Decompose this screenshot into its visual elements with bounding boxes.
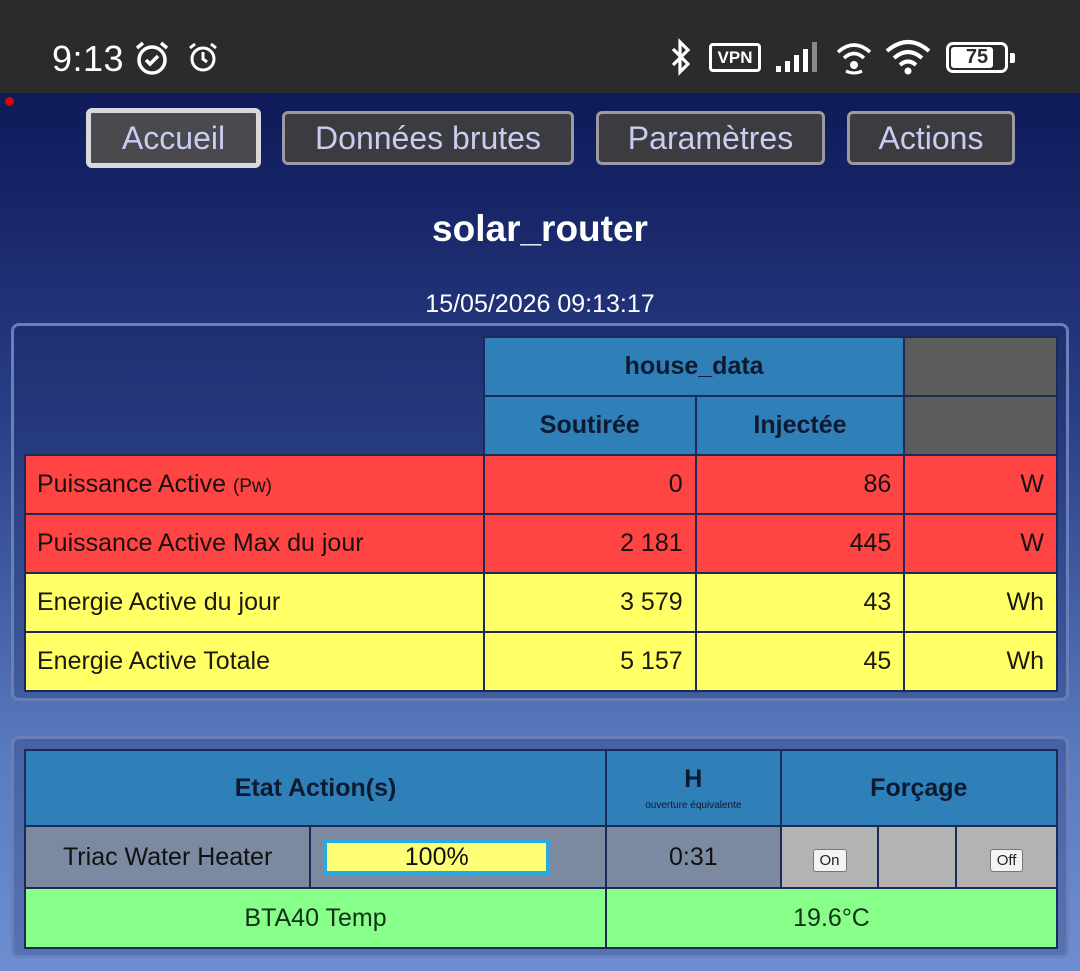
h-subheader: ouverture équivalente bbox=[645, 800, 742, 811]
row-label: Energie Active du jour bbox=[24, 572, 485, 633]
actions-table: Etat Action(s) H ouverture équivalente F… bbox=[23, 749, 1059, 949]
injectee-value: 445 bbox=[694, 513, 906, 574]
force-on-cell: On bbox=[779, 825, 880, 889]
vpn-icon: VPN bbox=[709, 43, 761, 72]
unit-value: W bbox=[903, 454, 1058, 515]
triac-percent-cell: 100% bbox=[309, 825, 608, 889]
row-label: Puissance Active Max du jour bbox=[24, 513, 485, 574]
energy-table-corner bbox=[25, 337, 484, 396]
injectee-value: 86 bbox=[694, 454, 906, 515]
triac-duration: 0:31 bbox=[605, 825, 782, 889]
unit-value: Wh bbox=[903, 631, 1058, 692]
page-title: solar_router bbox=[432, 208, 648, 249]
table-row: Energie Active du jour 3 579 43 Wh bbox=[24, 572, 1058, 633]
etat-actions-header: Etat Action(s) bbox=[23, 749, 608, 827]
row-label: Puissance Active (Pw) bbox=[24, 454, 485, 515]
unit-header-top bbox=[903, 336, 1058, 397]
wifi-icon bbox=[885, 40, 931, 75]
sensor-name: BTA40 Temp bbox=[23, 887, 608, 949]
table-row: Puissance Active (Pw) 0 86 W bbox=[24, 454, 1058, 515]
nav-donnees-brutes-button[interactable]: Données brutes bbox=[282, 111, 574, 165]
force-off-button[interactable]: Off bbox=[989, 848, 1024, 872]
soutiree-value: 3 579 bbox=[482, 572, 697, 633]
sensor-row: BTA40 Temp 19.6°C bbox=[23, 887, 1058, 949]
energy-panel: house_data Soutirée Injectée Puissance A… bbox=[11, 323, 1069, 701]
injectee-header: Injectée bbox=[694, 395, 906, 456]
row-label: Energie Active Totale bbox=[24, 631, 485, 692]
nav-accueil-button[interactable]: Accueil bbox=[86, 108, 261, 168]
table-row: Energie Active Totale 5 157 45 Wh bbox=[24, 631, 1058, 692]
cellular-signal-icon bbox=[776, 42, 817, 72]
alarm-icon bbox=[135, 41, 169, 75]
battery-icon: 75 bbox=[946, 42, 1015, 73]
soutiree-value: 0 bbox=[482, 454, 697, 515]
h-header: H ouverture équivalente bbox=[605, 749, 782, 827]
status-bar: 9:13 VPN 75 bbox=[0, 0, 1080, 93]
soutiree-value: 2 181 bbox=[482, 513, 697, 574]
soutiree-value: 5 157 bbox=[482, 631, 697, 692]
forcage-header: Forçage bbox=[779, 749, 1059, 827]
house-data-header: house_data bbox=[482, 336, 906, 397]
row-label-suffix: (Pw) bbox=[232, 476, 273, 497]
status-time: 9:13 bbox=[52, 38, 125, 79]
triac-name: Triac Water Heater bbox=[23, 825, 312, 889]
nav-parametres-button[interactable]: Paramètres bbox=[596, 111, 825, 165]
top-nav: Accueil Données brutes Paramètres Action… bbox=[0, 108, 1080, 172]
unit-value: Wh bbox=[903, 572, 1058, 633]
force-off-cell: Off bbox=[955, 825, 1058, 889]
injectee-value: 43 bbox=[694, 572, 906, 633]
unit-value: W bbox=[903, 513, 1058, 574]
indicator-dot bbox=[5, 97, 14, 106]
hotspot-icon bbox=[836, 43, 872, 75]
nav-actions-button[interactable]: Actions bbox=[847, 111, 1015, 165]
bluetooth-icon bbox=[671, 38, 691, 76]
triac-percent: 100% bbox=[323, 839, 551, 875]
force-auto-cell[interactable] bbox=[877, 825, 958, 889]
soutiree-header: Soutirée bbox=[482, 395, 697, 456]
sensor-value: 19.6°C bbox=[605, 887, 1058, 949]
energy-table: house_data Soutirée Injectée Puissance A… bbox=[24, 336, 1058, 692]
battery-level: 75 bbox=[965, 46, 989, 68]
injectee-value: 45 bbox=[694, 631, 906, 692]
alarm-clock-icon bbox=[189, 42, 217, 72]
unit-header-bottom bbox=[903, 395, 1058, 456]
actions-panel: Etat Action(s) H ouverture équivalente F… bbox=[11, 736, 1069, 958]
page-datetime: 15/05/2026 09:13:17 bbox=[425, 290, 655, 318]
triac-row: Triac Water Heater 100% 0:31 On Off bbox=[23, 825, 1058, 889]
force-on-button[interactable]: On bbox=[812, 848, 847, 872]
table-row: Puissance Active Max du jour 2 181 445 W bbox=[24, 513, 1058, 574]
